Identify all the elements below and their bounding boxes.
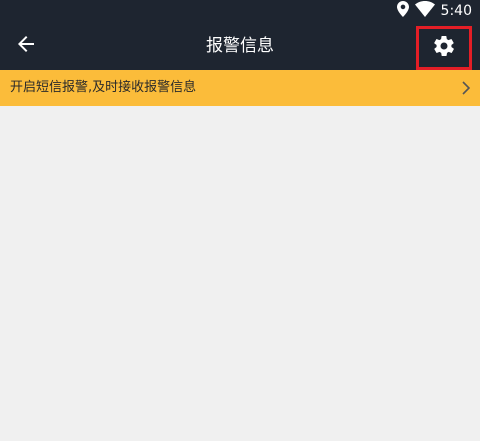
toolbar: 报警信息	[0, 22, 480, 70]
back-button[interactable]	[8, 28, 44, 64]
status-icons: 5:40	[396, 0, 472, 22]
page-title: 报警信息	[206, 36, 274, 56]
banner-text: 开启短信报警,及时接收报警信息	[10, 80, 197, 95]
status-bar: 5:40	[0, 0, 480, 22]
gear-icon	[432, 34, 456, 62]
settings-button[interactable]	[416, 26, 472, 70]
chevron-right-icon	[462, 70, 470, 106]
arrow-left-icon	[16, 34, 36, 58]
alert-list-area	[0, 106, 480, 441]
sms-alert-banner[interactable]: 开启短信报警,及时接收报警信息	[0, 70, 480, 106]
wifi-icon	[414, 1, 435, 21]
status-time: 5:40	[440, 3, 472, 19]
location-icon	[396, 1, 409, 21]
